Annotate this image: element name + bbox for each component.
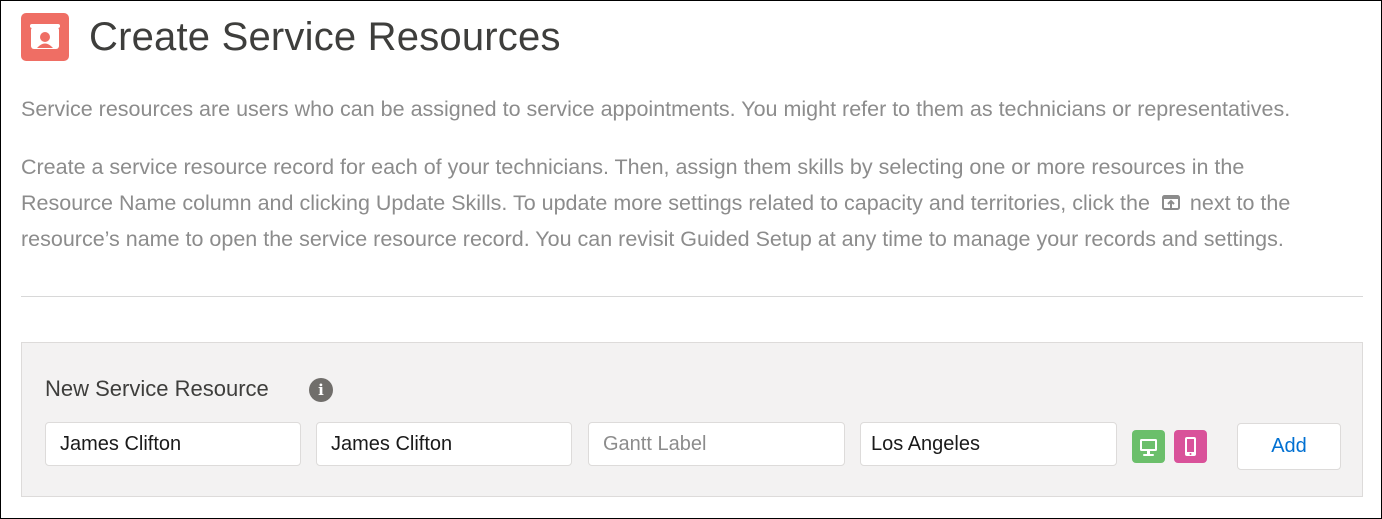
section-divider — [21, 296, 1363, 297]
mobile-icon[interactable] — [1174, 430, 1207, 463]
new-service-resource-title: New Service Resource — [45, 376, 269, 401]
info-icon[interactable]: i — [309, 378, 333, 402]
gantt-label-field[interactable] — [588, 422, 845, 466]
intro-paragraph-1: Service resources are users who can be a… — [21, 97, 1291, 121]
resource-name-field[interactable] — [316, 422, 572, 466]
intro-paragraph-2-line-2-start: Resource Name column and clicking Update… — [21, 191, 1150, 215]
intro-paragraph-2-line-1: Create a service resource record for eac… — [21, 155, 1245, 179]
add-button[interactable]: Add — [1237, 423, 1341, 470]
intro-paragraph-2: Create a service resource record for eac… — [21, 149, 1371, 257]
desktop-icon[interactable] — [1132, 430, 1165, 463]
page-frame: Create Service Resources Service resourc… — [0, 0, 1382, 519]
service-resource-icon — [21, 13, 69, 61]
user-field[interactable] — [45, 422, 301, 466]
territory-field[interactable] — [860, 422, 1117, 466]
open-record-icon — [1161, 187, 1180, 210]
page-title: Create Service Resources — [89, 15, 561, 59]
new-service-resource-panel: New Service Resource i Add — [21, 342, 1363, 497]
intro-paragraph-2-line-2-end: next to the — [1189, 191, 1291, 215]
intro-paragraph-2-line-3: resource’s name to open the service reso… — [21, 227, 1284, 251]
intro-paragraph-2-line-2: Resource Name column and clicking Update… — [21, 185, 1371, 221]
